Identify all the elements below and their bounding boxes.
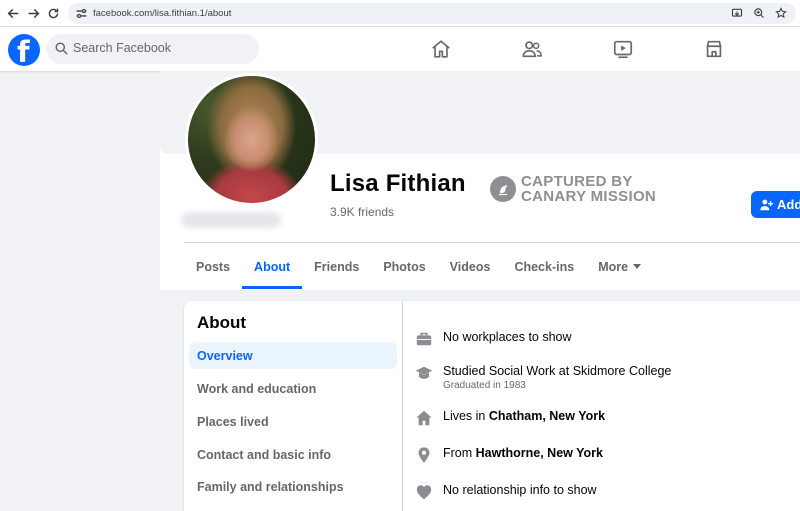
marketplace-icon[interactable] [702,37,726,61]
tab-posts[interactable]: Posts [184,244,242,289]
location-pin-icon [414,445,434,465]
tab-more[interactable]: More [586,244,653,289]
watermark-line-1: CAPTURED BY [521,173,633,190]
work-text: No workplaces to show [443,330,572,344]
relationship-text: No relationship info to show [443,483,597,497]
home-icon[interactable] [429,37,453,61]
sidebar-item-label: Overview [197,348,253,363]
heart-icon [414,482,434,502]
about-title: About [197,313,247,332]
back-arrow-icon[interactable] [4,4,22,22]
header-divider [184,242,800,243]
reload-icon[interactable] [44,4,62,22]
watermark-bird-icon [490,176,516,202]
bookmark-star-icon[interactable] [774,6,788,20]
profile-avatar[interactable] [185,73,318,206]
install-app-icon[interactable] [730,6,744,20]
overview-lives-row: Lives in Chatham, New York [414,408,605,428]
from-prefix: From [443,446,476,460]
education-sub: Graduated in 1983 [443,380,526,391]
video-icon[interactable] [611,37,635,61]
search-placeholder: Search Facebook [73,41,171,55]
add-friend-label: Add [777,197,800,212]
friend-count[interactable]: 3.9K friends [330,205,394,219]
tab-label: Posts [196,259,231,274]
overview-education-row: Studied Social Work at Skidmore College … [414,363,671,392]
add-friend-icon [760,199,773,211]
tab-videos[interactable]: Videos [438,244,503,289]
profile-name: Lisa Fithian [330,170,466,197]
logo-letter: f [17,35,30,66]
tab-label: More [598,259,629,274]
zoom-icon[interactable] [752,6,766,20]
facebook-logo-icon[interactable]: f [8,34,40,66]
watermark-line-2: CANARY MISSION [521,188,657,205]
sidebar-item-places-lived[interactable]: Places lived [189,408,397,435]
house-icon [414,408,434,428]
from-link[interactable]: Hawthorne, New York [476,446,603,460]
forward-arrow-icon[interactable] [24,4,42,22]
url-text: facebook.com/lisa.fithian.1/about [93,8,232,19]
add-friend-button[interactable]: Add [751,191,800,218]
tab-label: Check-ins [514,259,575,274]
overview-from-row: From Hawthorne, New York [414,445,603,465]
tab-photos[interactable]: Photos [371,244,437,289]
search-input[interactable]: Search Facebook [46,34,259,64]
tab-friends[interactable]: Friends [302,244,371,289]
friends-icon[interactable] [520,37,544,61]
sidebar-item-label: Family and relationships [197,479,344,494]
tab-label: Friends [314,259,360,274]
sidebar-item-label: Contact and basic info [197,447,332,462]
tab-check-ins[interactable]: Check-ins [502,244,586,289]
tab-label: Videos [449,259,491,274]
overview-relationship-row: No relationship info to show [414,482,597,502]
browser-toolbar: facebook.com/lisa.fithian.1/about [0,0,800,27]
tab-label: About [254,259,291,274]
sidebar-item-contact-info[interactable]: Contact and basic info [189,441,397,468]
lives-link[interactable]: Chatham, New York [489,409,605,423]
chevron-down-icon [633,264,642,269]
tab-label: Photos [383,259,426,274]
sidebar-item-label: Work and education [197,381,317,396]
briefcase-icon [414,329,434,349]
watermark: CAPTURED BY CANARY MISSION [490,174,656,204]
tab-about[interactable]: About [242,244,303,289]
education-text: Studied Social Work at Skidmore College [443,364,672,378]
lives-prefix: Lives in [443,409,489,423]
graduation-cap-icon [414,363,434,383]
profile-tabs: Posts About Friends Photos Videos Check-… [184,244,653,289]
facebook-top-nav: f Search Facebook [0,27,800,71]
sidebar-item-family[interactable]: Family and relationships [189,473,397,500]
address-bar[interactable]: facebook.com/lisa.fithian.1/about [68,3,796,24]
blurred-text [181,212,281,228]
overview-work-row: No workplaces to show [414,329,572,349]
site-settings-icon[interactable] [75,7,88,20]
search-icon [55,42,68,55]
sidebar-item-overview[interactable]: Overview [189,342,397,369]
sidebar-item-work-education[interactable]: Work and education [189,375,397,402]
sidebar-item-label: Places lived [197,414,269,429]
